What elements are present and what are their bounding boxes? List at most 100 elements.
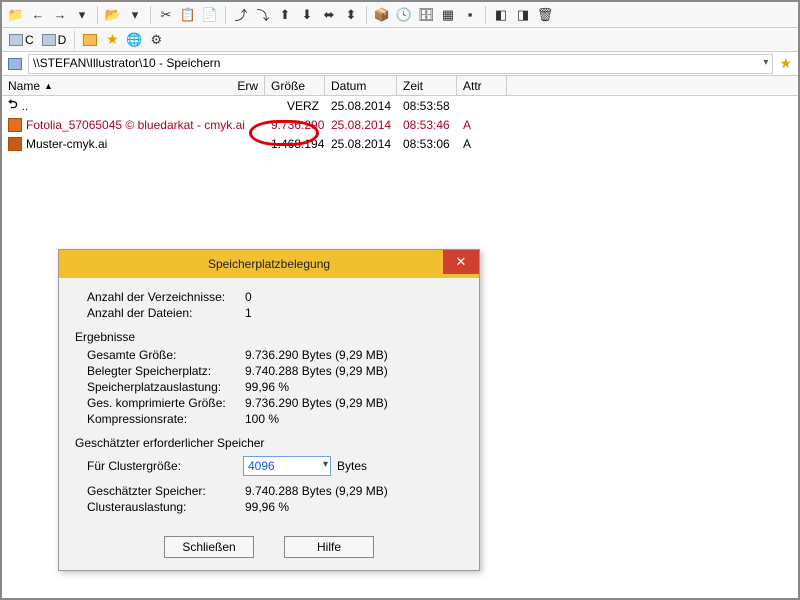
compressed-value: 9.736.290 Bytes (9,29 MB)	[245, 396, 388, 410]
toolbar-button[interactable]: ⬌	[319, 5, 339, 25]
file-date: 25.08.2014	[325, 118, 397, 132]
file-name: Fotolia_57065045 © bluedarkat - cmyk.ai	[26, 118, 245, 132]
toolbar-button[interactable]: ⚙	[146, 30, 166, 50]
est-space-value: 9.740.288 Bytes (9,29 MB)	[245, 484, 388, 498]
toolbar-button[interactable]: 📂	[103, 5, 123, 25]
drive-icon	[9, 34, 23, 46]
toolbar-button[interactable]: ▦	[438, 5, 458, 25]
drive-button[interactable]: D	[39, 32, 70, 48]
toolbar-button[interactable]: 🕓	[394, 5, 414, 25]
file-name: Muster-cmyk.ai	[26, 137, 107, 151]
toolbar-button[interactable]: 🗑	[535, 5, 555, 25]
ratio-label: Kompressionsrate:	[75, 412, 245, 426]
sort-asc-icon: ▲	[44, 81, 53, 91]
col-name[interactable]: Name ▲ Erw	[2, 76, 265, 95]
col-size[interactable]: Größe	[265, 76, 325, 95]
toolbar-button[interactable]: ⤵	[253, 5, 273, 25]
toolbar-button[interactable]: ⬇	[297, 5, 317, 25]
dialog-title: Speicherplatzbelegung	[208, 257, 330, 271]
col-attr[interactable]: Attr	[457, 76, 507, 95]
est-space-label: Geschätzter Speicher:	[75, 484, 245, 498]
file-size: 1.468.194	[265, 137, 325, 151]
used-space-label: Belegter Speicherplatz:	[75, 364, 245, 378]
close-icon: ✕	[456, 254, 467, 270]
toolbar-button[interactable]: 🌐	[124, 30, 144, 50]
favorite-icon: ★	[106, 31, 119, 48]
toolbar-button[interactable]: ▪	[460, 5, 480, 25]
chevron-down-icon: ▾	[323, 459, 328, 470]
toolbar-button[interactable]: ⬆	[275, 5, 295, 25]
toolbar-button[interactable]: ★	[102, 30, 122, 50]
used-space-value: 9.740.288 Bytes (9,29 MB)	[245, 364, 388, 378]
file-date: 25.08.2014	[325, 99, 397, 113]
total-size-label: Gesamte Größe:	[75, 348, 245, 362]
total-size-value: 9.736.290 Bytes (9,29 MB)	[245, 348, 388, 362]
dialog-titlebar[interactable]: Speicherplatzbelegung ✕	[59, 250, 479, 278]
file-attr: A	[457, 118, 507, 132]
file-row[interactable]: ⮌.. VERZ25.08.201408:53:58	[2, 96, 798, 115]
compressed-label: Ges. komprimierte Größe:	[75, 396, 245, 410]
results-header: Ergebnisse	[75, 330, 463, 344]
file-time: 08:53:58	[397, 99, 457, 113]
estimate-header: Geschätzter erforderlicher Speicher	[75, 436, 463, 450]
file-name: ..	[22, 99, 29, 113]
path-text: \\STEFAN\Illustrator\10 - Speichern	[33, 56, 220, 70]
file-list: ⮌..VERZ25.08.201408:53:58Fotolia_5706504…	[2, 96, 798, 153]
toolbar-button[interactable]: ✂	[156, 5, 176, 25]
dir-count-label: Anzahl der Verzeichnisse:	[75, 290, 245, 304]
cluster-unit: Bytes	[337, 459, 367, 473]
help-button[interactable]: Hilfe	[284, 536, 374, 558]
toolbar-button[interactable]: ⬍	[341, 5, 361, 25]
toolbar-button[interactable]: ◧	[491, 5, 511, 25]
file-icon	[8, 137, 22, 151]
toolbar-button[interactable]: ⤴	[231, 5, 251, 25]
toolbar-button[interactable]: ←	[28, 5, 48, 25]
toolbar-button[interactable]: 📁	[6, 5, 26, 25]
toolbar-button[interactable]: ◨	[513, 5, 533, 25]
col-time[interactable]: Zeit	[397, 76, 457, 95]
cluster-usage-value: 99,96 %	[245, 500, 289, 514]
toolbar-button[interactable]: →	[50, 5, 70, 25]
file-size: 9.736.290	[265, 118, 325, 132]
toolbar-separator	[150, 6, 151, 24]
drive-label: C	[25, 33, 34, 47]
close-dialog-button[interactable]: Schließen	[164, 536, 254, 558]
drive-icon	[42, 34, 56, 46]
col-date[interactable]: Datum	[325, 76, 397, 95]
ratio-value: 100 %	[245, 412, 279, 426]
toolbar-button[interactable]	[80, 30, 100, 50]
toolbar-button[interactable]: 📦	[372, 5, 392, 25]
cluster-usage-label: Clusterauslastung:	[75, 500, 245, 514]
toolbar-button[interactable]: ▾	[125, 5, 145, 25]
toolbar-button[interactable]: 📄	[200, 5, 220, 25]
drive-button[interactable]: C	[6, 32, 37, 48]
toolbar-button[interactable]: 🗄	[416, 5, 436, 25]
path-star-icon[interactable]: ★	[779, 55, 792, 72]
cluster-label: Für Clustergröße:	[87, 459, 237, 473]
usage-value: 99,96 %	[245, 380, 289, 394]
cluster-size-value: 4096	[248, 459, 275, 473]
main-toolbar: 📁←→▾📂▾✂📋📄⤴⤵⬆⬇⬌⬍📦🕓🗄▦▪◧◨🗑	[2, 2, 798, 28]
close-button[interactable]: ✕	[443, 250, 479, 274]
chevron-down-icon[interactable]: ▾	[763, 57, 768, 68]
file-count-label: Anzahl der Dateien:	[75, 306, 245, 320]
cluster-size-combo[interactable]: 4096 ▾	[243, 456, 331, 476]
file-time: 08:53:06	[397, 137, 457, 151]
file-row[interactable]: Muster-cmyk.ai 1.468.19425.08.201408:53:0…	[2, 134, 798, 153]
dir-count-value: 0	[245, 290, 252, 304]
toolbar-button[interactable]: 📋	[178, 5, 198, 25]
toolbar-separator	[225, 6, 226, 24]
toolbar-button[interactable]: ▾	[72, 5, 92, 25]
toolbar-separator	[366, 6, 367, 24]
disk-usage-dialog: Speicherplatzbelegung ✕ Anzahl der Verze…	[58, 249, 480, 571]
path-input[interactable]: \\STEFAN\Illustrator\10 - Speichern ▾	[28, 54, 773, 74]
toolbar-separator	[74, 31, 75, 49]
file-date: 25.08.2014	[325, 137, 397, 151]
toolbar-separator	[485, 6, 486, 24]
file-size: VERZ	[265, 99, 325, 113]
toolbar-separator	[97, 6, 98, 24]
parent-dir-icon: ⮌	[8, 95, 18, 116]
drive-label: D	[58, 33, 67, 47]
file-row[interactable]: Fotolia_57065045 © bluedarkat - cmyk.ai 9…	[2, 115, 798, 134]
usage-label: Speicherplatzauslastung:	[75, 380, 245, 394]
